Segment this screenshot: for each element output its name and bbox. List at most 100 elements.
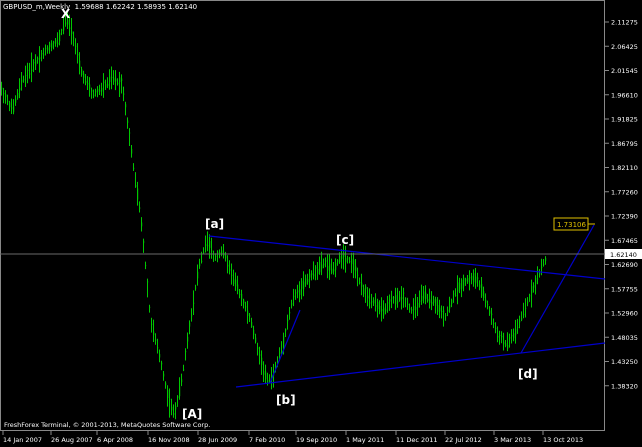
candle-body	[37, 58, 39, 60]
candle-body	[343, 252, 345, 257]
candle-body	[77, 54, 79, 56]
candle-body	[527, 301, 529, 304]
candle-body	[495, 328, 497, 329]
candle-body	[183, 369, 185, 371]
price-chart[interactable]: 1.73106 X [a] [b] [c] [d] [A] 2.11275 2.0…	[0, 0, 642, 447]
candle-body	[111, 77, 113, 79]
candle-body	[147, 281, 149, 283]
candle-body	[469, 277, 471, 279]
candle-body	[9, 102, 11, 108]
candle-body	[317, 268, 319, 274]
candle-body	[429, 299, 431, 304]
candle-body	[379, 306, 381, 312]
candle-body	[367, 295, 369, 299]
wave-label-b-small: [b]	[276, 393, 296, 407]
candle-body	[279, 352, 281, 355]
candle-body	[233, 279, 235, 285]
candle-body	[191, 315, 193, 317]
candle-body	[65, 22, 67, 25]
candle-body	[511, 335, 513, 337]
candle-body	[373, 299, 375, 304]
candle-body	[103, 81, 105, 84]
candle-body	[11, 107, 13, 109]
candle-body	[121, 78, 123, 81]
candle-body	[325, 260, 327, 262]
candle-body	[425, 292, 427, 299]
candle-body	[331, 268, 333, 273]
candle-body	[457, 282, 459, 292]
candle-body	[227, 264, 229, 267]
candle-body	[461, 279, 463, 289]
candle-body	[185, 351, 187, 353]
candle-body	[319, 261, 321, 273]
candle-body	[443, 310, 445, 313]
candle-body	[153, 331, 155, 336]
candle-body	[445, 315, 447, 317]
candle-body	[123, 93, 125, 95]
candle-body	[311, 273, 313, 276]
candle-body	[15, 98, 17, 103]
candle-body	[525, 307, 527, 309]
candle-body	[339, 256, 341, 263]
candle-body	[1, 87, 3, 90]
y-tick-label: 1.67465	[611, 237, 638, 245]
candle-body	[255, 337, 257, 342]
candle-body	[503, 341, 505, 345]
candle-body	[533, 284, 535, 288]
candle-body	[7, 100, 9, 102]
candle-body	[259, 354, 261, 356]
candle-body	[513, 333, 515, 339]
lower-trendline	[235, 342, 606, 388]
candle-body	[207, 245, 209, 247]
candle-body	[73, 37, 75, 39]
x-tick-label: 16 Nov 2008	[148, 436, 190, 444]
candle-body	[421, 295, 423, 302]
candle-body	[245, 306, 247, 308]
wave-label-a-large: [A]	[182, 407, 202, 421]
candle-body	[57, 42, 59, 45]
candle-body	[51, 42, 53, 48]
candle-body	[451, 299, 453, 304]
candle-body	[113, 77, 115, 82]
candle-body	[129, 132, 131, 134]
b-to-c-line	[269, 309, 301, 384]
candle-body	[383, 307, 385, 316]
candle-body	[53, 41, 55, 44]
candle-body	[181, 379, 183, 383]
candle-body	[5, 94, 7, 98]
candle-body	[167, 390, 169, 399]
x-tick-label: 19 Sep 2010	[296, 436, 337, 444]
candle-body	[231, 274, 233, 276]
candle-body	[229, 269, 231, 271]
candle-body	[159, 354, 161, 358]
candle-body	[101, 87, 103, 92]
candle-body	[375, 305, 377, 307]
candle-body	[393, 297, 395, 299]
candle-body	[369, 302, 371, 304]
candle-body	[85, 81, 87, 84]
x-tick-label: 13 Oct 2013	[543, 436, 583, 444]
x-tick-label: 11 Dec 2011	[396, 436, 438, 444]
candle-body	[507, 345, 509, 349]
candle-body	[313, 274, 315, 277]
candle-body	[137, 188, 139, 200]
candle-body	[283, 336, 285, 347]
candle-body	[435, 299, 437, 306]
candle-body	[377, 301, 379, 310]
y-tick-label: 1.62690	[611, 261, 638, 269]
candle-body	[501, 335, 503, 338]
candle-body	[253, 329, 255, 335]
candle-body	[385, 309, 387, 312]
candle-body	[81, 69, 83, 75]
candle-body	[151, 323, 153, 325]
candle-body	[477, 277, 479, 280]
candle-body	[447, 309, 449, 312]
candle-body	[95, 90, 97, 93]
candle-body	[161, 362, 163, 365]
candle-body	[419, 300, 421, 303]
candle-body	[45, 48, 47, 50]
candle-body	[269, 377, 271, 380]
candle-body	[449, 304, 451, 309]
candle-body	[265, 371, 267, 380]
candle-body	[13, 106, 15, 113]
